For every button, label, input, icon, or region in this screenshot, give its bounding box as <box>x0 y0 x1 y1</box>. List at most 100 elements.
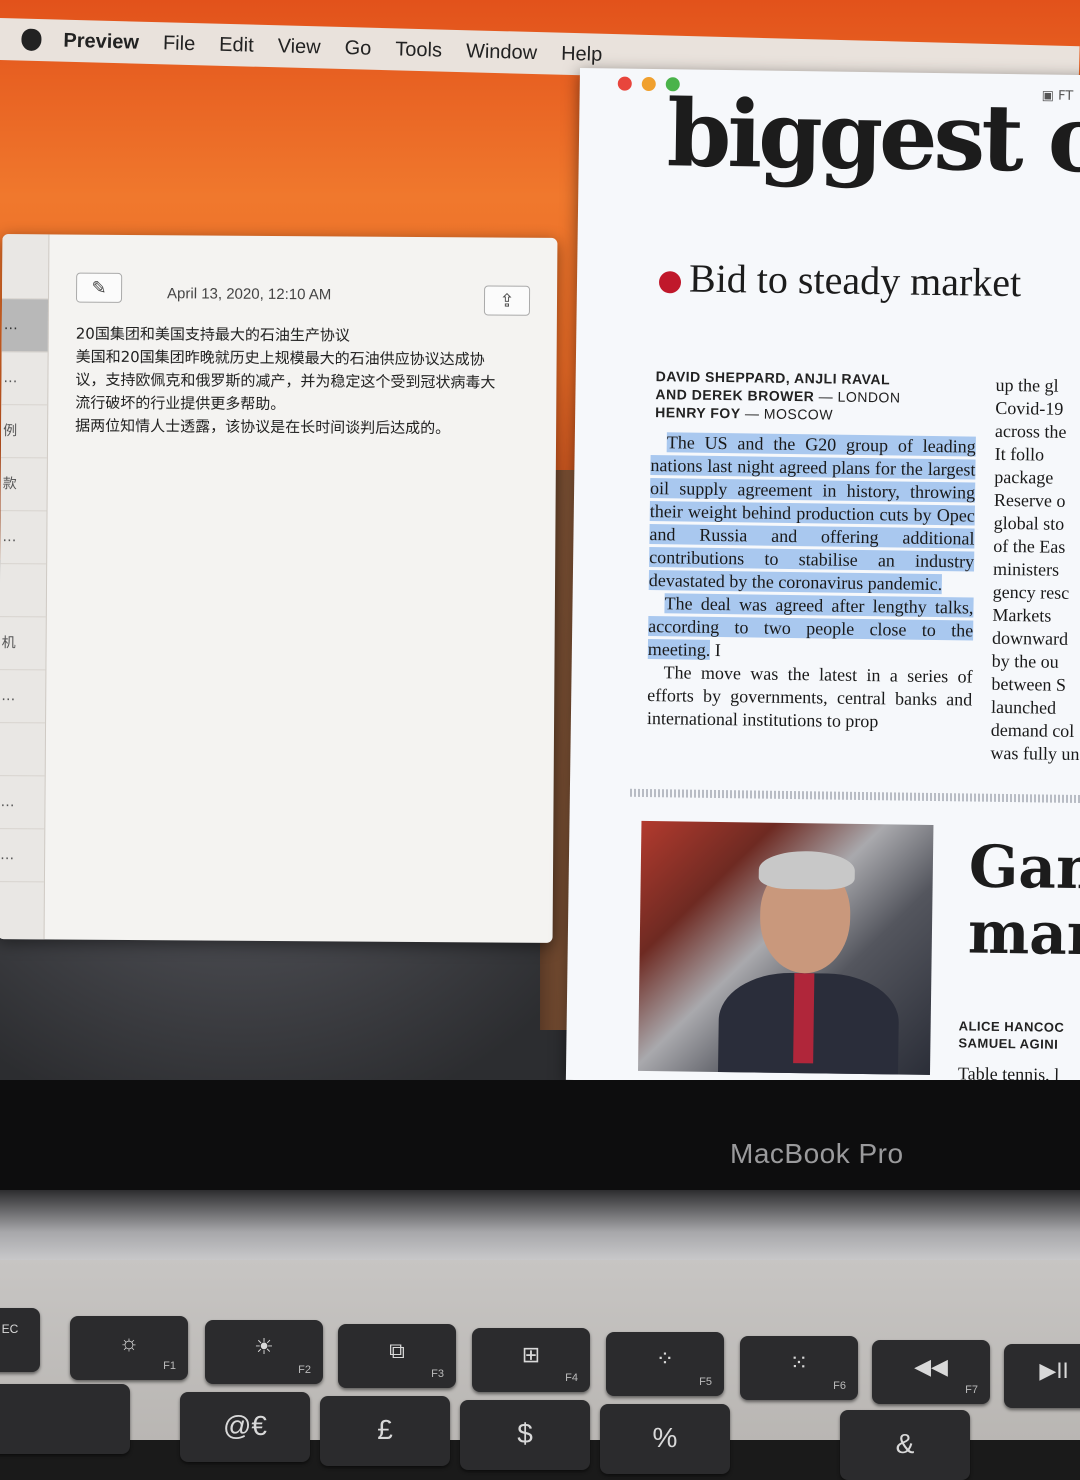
key-f8[interactable]: ▶II <box>1004 1344 1080 1408</box>
share-button[interactable]: ⇪ <box>483 285 531 316</box>
screen: Preview File Edit View Go Tools Window H… <box>0 0 1080 1090</box>
close-window-button[interactable] <box>617 76 632 91</box>
article-paragraph-selected: The deal was agreed after lengthy talks,… <box>647 592 974 666</box>
article-byline: DAVID SHEPPARD, ANJLI RAVAL AND DEREK BR… <box>655 367 901 424</box>
compose-button[interactable]: ✎ <box>75 272 123 303</box>
key-5[interactable]: % <box>600 1404 730 1474</box>
photo-tie <box>793 973 815 1064</box>
menu-view[interactable]: View <box>277 35 321 59</box>
note-list-item[interactable]: … <box>1 352 48 406</box>
key-symbol: £ <box>377 1414 393 1445</box>
section-divider <box>629 788 1080 804</box>
note-list-item[interactable] <box>0 723 46 777</box>
compose-icon: ✎ <box>91 277 107 299</box>
column-line: ministers <box>992 558 1060 580</box>
photo-hair <box>758 850 856 890</box>
menu-help[interactable]: Help <box>561 42 603 66</box>
key-2[interactable]: @€ <box>180 1392 310 1462</box>
note-list-item[interactable]: … <box>0 670 46 724</box>
note-line: 流行破坏的行业提供更多帮助。 <box>75 393 286 414</box>
note-list-item[interactable] <box>0 564 47 618</box>
laptop-hinge <box>0 1190 1080 1260</box>
key-symbol: % <box>652 1422 678 1453</box>
column-line: downward <box>991 627 1069 649</box>
key-f4[interactable]: ⊞ F4 <box>472 1328 590 1392</box>
launchpad-icon: ⊞ <box>521 1342 541 1367</box>
note-list-item[interactable]: 机 <box>0 617 46 671</box>
notes-window: … … 例 款 … 机 … … … ✎ ⇪ April 13, 2020, 12… <box>0 234 558 943</box>
keyboard-light-down-icon: ⁘ <box>655 1346 675 1371</box>
key-f5[interactable]: ⁘ F5 <box>606 1332 724 1396</box>
column-line: Reserve o <box>993 489 1066 511</box>
article-photo <box>638 820 934 1075</box>
menu-tools[interactable]: Tools <box>395 38 442 62</box>
note-list-item[interactable]: … <box>0 511 47 565</box>
key-esc[interactable]: EC <box>0 1308 40 1372</box>
share-icon: ⇪ <box>499 290 515 312</box>
notes-list-sidebar: … … 例 款 … 机 … … … <box>0 234 50 940</box>
second-headline-line: mar <box>967 898 1080 969</box>
red-bullet-icon <box>658 270 682 294</box>
note-line: 美国和20国集团昨晚就历史上规模最大的石油供应协议达成协 <box>75 347 485 369</box>
key-f7[interactable]: ◀◀ F7 <box>872 1340 990 1404</box>
key-symbol: $ <box>517 1418 533 1449</box>
key-symbol: & <box>895 1428 915 1459</box>
menu-window[interactable]: Window <box>466 40 538 65</box>
mission-control-icon: ⧉ <box>389 1338 405 1363</box>
text-selection: The deal was agreed after lengthy talks,… <box>647 593 974 660</box>
note-list-item[interactable] <box>2 234 49 300</box>
column-line: between S <box>991 673 1067 695</box>
byline-authors: SAMUEL AGINI <box>958 1035 1059 1052</box>
menu-file[interactable]: File <box>163 32 196 56</box>
column-line: It follo <box>994 443 1045 465</box>
article-right-column: up the gl Covid-19 across the It follo p… <box>990 374 1080 767</box>
byline-authors: DAVID SHEPPARD, ANJLI RAVAL <box>655 368 891 388</box>
note-list-item[interactable]: 例 <box>0 405 48 459</box>
column-line: global sto <box>993 512 1065 534</box>
laptop-bezel <box>0 1080 1080 1190</box>
key-label: F7 <box>965 1384 978 1396</box>
minimize-window-button[interactable] <box>641 76 656 92</box>
apple-icon[interactable] <box>21 28 42 52</box>
menu-go[interactable]: Go <box>344 37 371 61</box>
rewind-icon: ◀◀ <box>914 1354 948 1379</box>
key-label: F6 <box>833 1380 846 1392</box>
laptop-brand: MacBook Pro <box>730 1138 904 1169</box>
note-line: 据两位知情人士透露，该协议是在长时间谈判后达成的。 <box>75 416 451 438</box>
article-body[interactable]: The US and the G20 group of leading nati… <box>647 431 976 735</box>
menu-edit[interactable]: Edit <box>219 33 254 57</box>
note-list-item-selected[interactable]: … <box>1 299 49 353</box>
second-headline-line: Gan <box>968 832 1080 903</box>
key-4[interactable]: $ <box>460 1400 590 1470</box>
key-f3[interactable]: ⧉ F3 <box>338 1324 456 1388</box>
play-pause-icon: ▶II <box>1039 1358 1069 1383</box>
note-list-item[interactable]: … <box>0 776 45 830</box>
key-f1[interactable]: ☼ F1 <box>70 1316 188 1380</box>
byline-city: — LONDON <box>818 388 901 406</box>
key-7[interactable]: & <box>840 1410 970 1480</box>
note-body[interactable]: 20国集团和美国支持最大的石油生产协议 美国和20国集团昨晚就历史上规模最大的石… <box>75 323 536 441</box>
key-3[interactable]: £ <box>320 1396 450 1466</box>
key-label: F4 <box>565 1372 578 1384</box>
column-line: of the Eas <box>993 535 1066 557</box>
article-subhead: Bid to steady market <box>658 254 1022 306</box>
article-paragraph-selected: The US and the G20 group of leading nati… <box>648 431 976 597</box>
note-date: April 13, 2020, 12:10 AM <box>166 285 332 304</box>
column-line: gency resc <box>992 581 1070 603</box>
key-backtick[interactable] <box>0 1384 130 1454</box>
column-line: by the ou <box>991 650 1059 672</box>
key-f6[interactable]: ⁙ F6 <box>740 1336 858 1400</box>
column-line: was fully un <box>990 742 1080 765</box>
text-cursor-icon: I <box>710 639 722 661</box>
note-list-item[interactable]: 款 <box>0 458 47 512</box>
second-byline: ALICE HANCOC SAMUEL AGINI <box>958 1017 1064 1052</box>
byline-city: — MOSCOW <box>744 405 834 423</box>
menu-app-preview[interactable]: Preview <box>63 29 139 54</box>
column-line: Markets <box>992 604 1052 626</box>
brightness-down-icon: ☼ <box>118 1330 140 1355</box>
second-headline: Gan mar <box>967 832 1080 969</box>
key-f2[interactable]: ☀ F2 <box>205 1320 323 1384</box>
column-line: demand col <box>990 719 1075 741</box>
byline-authors: AND DEREK BROWER <box>655 386 815 405</box>
note-list-item[interactable]: … <box>0 829 45 883</box>
